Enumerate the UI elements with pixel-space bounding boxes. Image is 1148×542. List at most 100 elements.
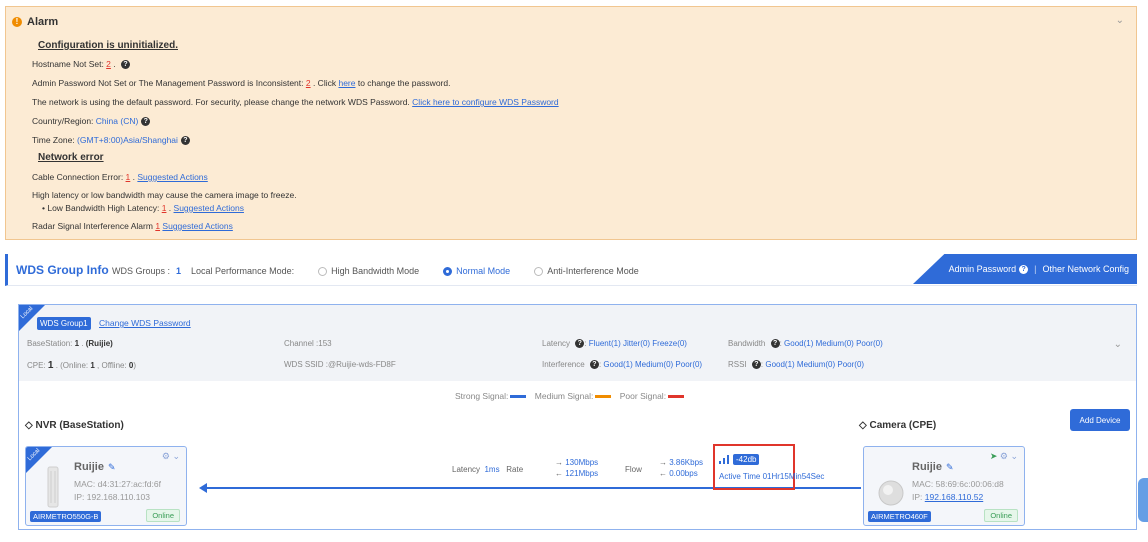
timezone-value[interactable]: (GMT+8:00)Asia/Shanghai <box>77 135 178 145</box>
other-network-config-button[interactable]: Other Network Config <box>1042 264 1129 274</box>
nvr-name: Ruijie ✎ <box>74 461 116 473</box>
help-icon[interactable]: ? <box>141 117 151 127</box>
suggested-actions-link[interactable]: Suggested Actions <box>174 203 244 213</box>
signal-bars-icon <box>719 455 729 464</box>
floating-side-widget[interactable] <box>1138 478 1148 522</box>
camera-ip: IP: 192.168.110.52 <box>912 492 984 502</box>
latency-warning-line: High latency or low bandwidth may cause … <box>32 190 297 200</box>
config-header: Configuration is uninitialized. <box>38 40 178 51</box>
mode-high-bandwidth[interactable]: High Bandwidth Mode <box>318 266 419 276</box>
device-thumbnail-icon <box>878 480 904 506</box>
edit-icon[interactable]: ✎ <box>108 462 116 472</box>
group-header: Local WDS Group1 Change WDS Password Bas… <box>19 305 1136 381</box>
timezone-line: Time Zone: (GMT+8:00)Asia/Shanghai? <box>32 135 190 146</box>
radar-count[interactable]: 1 <box>155 221 160 231</box>
wds-groups-count: 1 <box>176 266 182 276</box>
divider: | <box>1034 264 1037 274</box>
flow-readout: → 3.86Kbps ← 0.00bps <box>659 458 704 478</box>
edit-icon[interactable]: ✎ <box>946 462 954 472</box>
top-action-bar: Admin Password? | Other Network Config <box>913 254 1137 284</box>
device-action-icons[interactable]: ➤ ⚙ ⌄ <box>990 451 1018 462</box>
nvr-mac: MAC: d4:31:27:ac:fd:6f <box>74 479 161 489</box>
wds-group-info-bar: WDS Group Info WDS Groups : 1 Local Perf… <box>5 254 1137 286</box>
mode-normal[interactable]: Normal Mode <box>443 266 510 276</box>
radio-selected-icon <box>443 266 453 276</box>
arrow-left-icon: ← <box>659 469 667 478</box>
nvr-device-card[interactable]: Local ⚙ ⌄ Ruijie ✎ MAC: d4:31:27:ac:fd:6f… <box>25 446 187 526</box>
gear-icon[interactable]: ⚙ <box>1000 451 1008 461</box>
link-status-icon[interactable]: ➤ <box>990 451 998 461</box>
alarm-panel: ! Alarm ⌄ Configuration is uninitialized… <box>5 6 1137 240</box>
ssid-field: WDS SSID :@Ruijie-wds-FD8F <box>284 360 396 369</box>
help-icon[interactable]: ? <box>751 360 761 370</box>
cpe-field: CPE: 1 . (Online: 1 , Offline: 0) <box>27 360 137 371</box>
nvr-status-badge: Online <box>146 509 180 522</box>
help-icon[interactable]: ? <box>121 60 130 70</box>
poor-swatch <box>668 395 685 399</box>
change-wds-password-link[interactable]: Change WDS Password <box>99 318 191 328</box>
device-thumbnail-icon <box>47 466 59 508</box>
arrow-left-icon: ← <box>555 469 563 478</box>
rssi-readout: -42db <box>719 454 760 465</box>
wds-default-line: The network is using the default passwor… <box>32 97 559 107</box>
suggested-actions-link[interactable]: Suggested Actions <box>162 221 232 231</box>
country-value[interactable]: China (CN) <box>96 116 139 126</box>
interference-field: Interference ?: Good(1) Medium(0) Poor(0… <box>542 360 703 370</box>
arrow-right-icon: → <box>555 458 563 467</box>
alarm-header[interactable]: ! Alarm <box>12 16 58 28</box>
arrow-left-icon <box>199 483 207 493</box>
camera-mac: MAC: 58:69:6c:00:06:d8 <box>912 479 1004 489</box>
camera-model-badge: AIRMETRO460F <box>868 511 931 522</box>
warning-icon: ! <box>12 17 22 27</box>
camera-status-badge: Online <box>984 509 1018 522</box>
nvr-model-badge: AIRMETRO550G-B <box>30 511 102 522</box>
chevron-down-icon[interactable]: ⌄ <box>1114 339 1122 350</box>
radar-line: Radar Signal Interference Alarm 1 Sugges… <box>32 221 233 231</box>
radio-icon <box>318 266 328 276</box>
flow-label: Flow <box>625 465 642 474</box>
signal-legend: Strong Signal: Medium Signal: Poor Signa… <box>455 391 690 401</box>
hostname-line: Hostname Not Set: 2 . ? <box>32 59 130 70</box>
help-icon[interactable]: ? <box>770 339 780 349</box>
suggested-actions-link[interactable]: Suggested Actions <box>137 172 207 182</box>
alarm-title: Alarm <box>27 16 59 28</box>
bandwidth-field: Bandwidth ?: Good(1) Medium(0) Poor(0) <box>728 339 883 349</box>
help-icon[interactable]: ? <box>180 136 190 146</box>
low-bandwidth-line: • Low Bandwidth High Latency: 1 . Sugges… <box>42 203 244 213</box>
lowbw-count[interactable]: 1 <box>162 203 167 213</box>
arrow-right-icon: → <box>659 458 667 467</box>
channel-field: Channel :153 <box>284 339 332 348</box>
camera-device-card[interactable]: ➤ ⚙ ⌄ Ruijie ✎ MAC: 58:69:6c:00:06:d8 IP:… <box>863 446 1025 526</box>
wds-title: WDS Group Info <box>16 263 109 277</box>
mode-anti-interference[interactable]: Anti-Interference Mode <box>534 266 639 276</box>
latency-readout: Latency 1ms Rate <box>452 465 524 474</box>
add-device-button[interactable]: Add Device <box>1070 409 1130 431</box>
wds-group-tag: WDS Group1 <box>37 317 91 330</box>
help-icon[interactable]: ? <box>575 339 585 349</box>
basestation-field: BaseStation: 1 . (Ruijie) <box>27 339 113 348</box>
help-icon[interactable]: ? <box>589 360 599 370</box>
gear-icon[interactable]: ⚙ ⌄ <box>162 451 180 462</box>
camera-ip-link[interactable]: 192.168.110.52 <box>925 492 983 502</box>
strong-swatch <box>510 395 527 399</box>
cable-count[interactable]: 1 <box>126 172 131 182</box>
medium-swatch <box>595 395 612 399</box>
cable-line: Cable Connection Error: 1 . Suggested Ac… <box>32 172 208 182</box>
configure-wds-link[interactable]: Click here to configure WDS Password <box>412 97 558 107</box>
nvr-ip: IP: 192.168.110.103 <box>74 492 150 502</box>
rssi-value-badge: -42db <box>733 454 760 465</box>
wds-meta: WDS Groups : 1 Local Performance Mode: H… <box>112 266 639 276</box>
nvr-title: ◇ NVR (BaseStation) <box>25 420 124 431</box>
rssi-field: RSSI ?: Good(1) Medium(0) Poor(0) <box>728 360 865 370</box>
admin-password-button[interactable]: Admin Password? <box>949 264 1029 275</box>
admin-here-link[interactable]: here <box>338 78 355 88</box>
chevron-down-icon[interactable]: ⌄ <box>1116 15 1124 26</box>
network-error-header: Network error <box>38 152 104 163</box>
country-line: Country/Region: China (CN)? <box>32 116 151 127</box>
help-icon: ? <box>1019 265 1029 275</box>
camera-name: Ruijie ✎ <box>912 461 954 473</box>
hostname-count[interactable]: 2 <box>106 59 111 69</box>
rssi-highlight-box <box>713 444 795 490</box>
latency-field: Latency ?: Fluent(1) Jitter(0) Freeze(0) <box>542 339 687 349</box>
camera-title: ◇ Camera (CPE) <box>859 420 937 431</box>
